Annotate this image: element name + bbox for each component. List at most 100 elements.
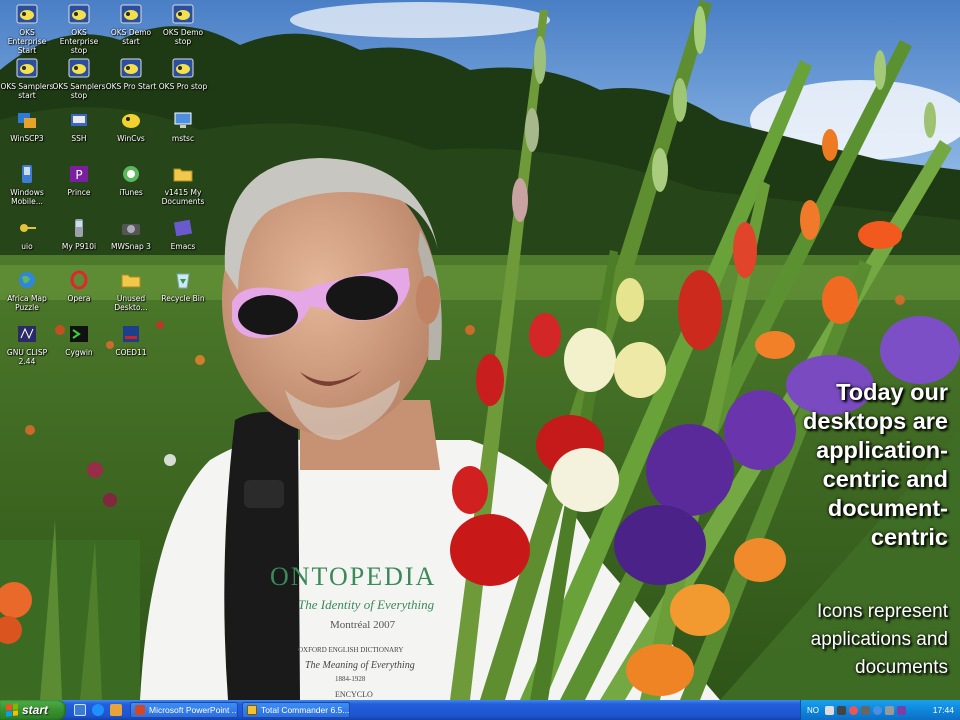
headline-line: application- (816, 437, 948, 463)
desktop-icon-label: OKS Demo stop (162, 28, 204, 46)
desktop-icon[interactable]: My P910i (52, 216, 106, 251)
bluetooth-icon[interactable] (897, 705, 906, 715)
show-desktop-icon[interactable] (74, 704, 86, 716)
desktop-icon[interactable]: OKS Enterprise stop (52, 2, 106, 55)
windows-mobile-icon (15, 162, 39, 186)
oks-app-icon (119, 2, 143, 26)
clock[interactable]: 17:44 (933, 705, 954, 715)
volume-icon[interactable] (885, 705, 894, 715)
desktop-icon-label: uio (21, 242, 33, 251)
desktop-icon-label: WinCvs (117, 134, 145, 143)
globe-icon (15, 268, 39, 292)
bullet-text: Icons represent applications and documen… (708, 598, 948, 682)
wincvs-icon (119, 108, 143, 132)
desktop-icon[interactable]: Recycle Bin (156, 268, 210, 303)
internet-explorer-icon[interactable] (92, 704, 104, 716)
shield-icon[interactable] (873, 705, 882, 715)
desktop-icon[interactable]: mstsc (156, 108, 210, 143)
desktop-icon[interactable]: Cygwin (52, 322, 106, 357)
desktop-icon[interactable]: COED11 (104, 322, 158, 357)
oks-app-icon (15, 56, 39, 80)
quick-launch (66, 704, 130, 716)
shirt-line3: 1884-1928 (335, 675, 366, 683)
cygwin-icon (67, 322, 91, 346)
desktop-icon-label: Emacs (170, 242, 196, 251)
taskbar-item-powerpoint[interactable]: Microsoft PowerPoint ... (130, 702, 238, 718)
svg-text:P: P (75, 168, 82, 182)
desktop-icon[interactable]: OKS Samplers stop (52, 56, 106, 100)
oks-app-icon (171, 56, 195, 80)
tray-app-icon[interactable] (849, 705, 858, 715)
desktop-icon[interactable]: Windows Mobile... (0, 162, 54, 206)
folder-icon (171, 162, 195, 186)
desktop-icon[interactable]: OKS Samplers start (0, 56, 54, 100)
itunes-icon (119, 162, 143, 186)
desktop-icon-label: OKS Pro Start (105, 82, 157, 91)
oks-app-icon (171, 2, 195, 26)
desktop-icon[interactable]: OKS Demo start (104, 2, 158, 46)
windows-logo-icon (6, 703, 18, 717)
network-icon[interactable] (837, 705, 846, 715)
headline-line: centric and (822, 466, 948, 492)
desktop-icon-label: Cygwin (65, 348, 93, 357)
desktop-icon-label: iTunes (119, 188, 143, 197)
desktop-icon-label: OKS Enterprise stop (59, 28, 99, 55)
desktop-icon[interactable]: MWSnap 3 (104, 216, 158, 251)
desktop-icon-label: OKS Samplers start (0, 82, 54, 100)
desktop-icon[interactable]: uio (0, 216, 54, 251)
help-icon[interactable] (825, 705, 834, 715)
desktop-icon-label: Recycle Bin (161, 294, 205, 303)
desktop-icon-label: MWSnap 3 (111, 242, 151, 251)
desktop-icon[interactable]: OKS Pro Start (104, 56, 158, 91)
desktop-icon-label: Prince (67, 188, 91, 197)
headline-line: desktops are (803, 408, 948, 434)
desktop-icon-label: GNU CLISP 2.44 (6, 348, 48, 366)
headline-text: Today our desktops are application- cent… (718, 378, 948, 552)
shirt-line1: OXFORD ENGLISH DICTIONARY (298, 646, 403, 654)
system-tray: NO 17:44 (800, 700, 960, 720)
phone-icon (67, 216, 91, 240)
opera-icon (67, 268, 91, 292)
taskbar-item-total-commander[interactable]: Total Commander 6.5... (242, 702, 350, 718)
shirt-title: ONTOPEDIA (270, 562, 436, 591)
desktop-icon-label: My P910i (61, 242, 97, 251)
desktop-icon-label: Unused Deskto... (114, 294, 148, 312)
quick-launch-app-icon[interactable] (110, 704, 122, 716)
desktop-icon[interactable]: Emacs (156, 216, 210, 251)
language-indicator[interactable]: NO (807, 706, 819, 715)
desktop-icon[interactable]: SSH (52, 108, 106, 143)
desktop-icon-label: Windows Mobile... (10, 188, 44, 206)
desktop-icon[interactable]: Opera (52, 268, 106, 303)
desktop-icon[interactable]: iTunes (104, 162, 158, 197)
desktop-icon[interactable]: OKS Enterprise Start (0, 2, 54, 55)
taskbar-item-label: Microsoft PowerPoint ... (149, 705, 237, 715)
desktop-icon-label: SSH (71, 134, 87, 143)
headline-line: document- (827, 495, 948, 521)
desktop-icon-label: Opera (67, 294, 91, 303)
desktop-icon-label: OKS Enterprise Start (7, 28, 47, 55)
desktop-icon-label: mstsc (171, 134, 195, 143)
desktop-icon[interactable]: WinCvs (104, 108, 158, 143)
desktop-icon-label: WinSCP3 (10, 134, 44, 143)
desktop-icon[interactable]: GNU CLISP 2.44 (0, 322, 54, 366)
winscp-icon (15, 108, 39, 132)
desktop-icon[interactable]: v1415 My Documents (156, 162, 210, 206)
printer-icon[interactable] (861, 705, 870, 715)
bullet-line: Icons represent (817, 601, 948, 622)
desktop-icon[interactable]: OKS Pro stop (156, 56, 210, 91)
desktop-icon[interactable]: WinSCP3 (0, 108, 54, 143)
desktop-icon[interactable]: Unused Deskto... (104, 268, 158, 312)
start-button[interactable]: start (0, 700, 66, 720)
start-label: start (22, 703, 49, 717)
desktop-icon[interactable]: P Prince (52, 162, 106, 197)
recycle-bin-icon (171, 268, 195, 292)
dictionary-icon (119, 322, 143, 346)
shirt-place: Montréal 2007 (330, 619, 396, 631)
bullet-line: applications and (810, 629, 948, 650)
camera-icon (119, 216, 143, 240)
desktop-icon-label: OKS Pro stop (158, 82, 208, 91)
desktop-icon[interactable]: Africa Map Puzzle (0, 268, 54, 312)
taskbar: start Microsoft PowerPoint ... Total Com… (0, 700, 960, 720)
desktop-icon[interactable]: OKS Demo stop (156, 2, 210, 46)
desktop-icon-label: OKS Demo start (110, 28, 152, 46)
